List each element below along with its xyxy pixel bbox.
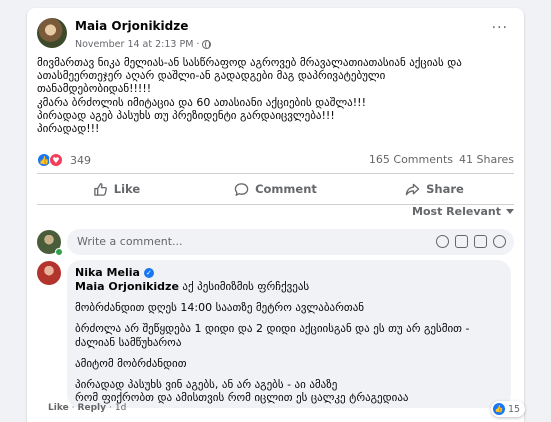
comment-bubble: Nika Melia ✓ Maia Orjonikidze აქ პესიმიზ…: [67, 260, 511, 408]
post-actions: Like Comment Share: [37, 174, 514, 204]
footer-dot: ·: [108, 403, 112, 413]
post-meta: November 14 at 2:13 PM ·: [75, 39, 212, 50]
like-button[interactable]: Like: [37, 174, 196, 204]
caret-down-icon: [506, 209, 514, 214]
commenter-avatar[interactable]: [37, 261, 61, 285]
sort-label: Most Relevant: [412, 205, 501, 218]
comment-like-link[interactable]: Like: [48, 403, 69, 413]
comment-reply-link[interactable]: Reply: [78, 403, 106, 413]
footer-dot: ·: [71, 403, 75, 413]
comment-button-label: Comment: [255, 182, 317, 196]
post-text-line: თანამდებობიდან!!!!!: [37, 82, 152, 96]
post-stats: 165 Comments 41 Shares: [369, 153, 514, 166]
author-avatar[interactable]: [37, 18, 67, 48]
comment-reactions[interactable]: 👍 15: [491, 401, 526, 417]
post-text-line: ათასმეერთეჯერ აღარ დაშლი-ან გადადგები მა…: [37, 69, 386, 83]
comment-time[interactable]: 1d: [115, 403, 126, 413]
more-options-icon[interactable]: ···: [492, 20, 508, 36]
comment-input-placeholder: Write a comment...: [77, 235, 183, 248]
comment-text-line: მობრძანდით დღეს 14:00 საათზე მეტრო ავლაბ…: [75, 301, 365, 314]
comment-input[interactable]: Write a comment...: [67, 229, 514, 255]
share-button[interactable]: Share: [355, 174, 514, 204]
post-author-name[interactable]: Maia Orjonikidze: [75, 19, 188, 33]
sticker-icon[interactable]: [493, 235, 506, 248]
post-card: Maia Orjonikidze November 14 at 2:13 PM …: [27, 8, 526, 422]
composer-tools: [436, 235, 506, 248]
post-text-line: კმარა ბრძოლის იმიტაცია და 60 ათასიანი აქ…: [37, 95, 366, 109]
comment-reaction-count: 15: [508, 403, 521, 415]
comment-text-line: ბრძოლა არ შეწყდება 1 დიდი და 2 დიდი აქცი…: [75, 322, 470, 335]
comment-text-line: ამიტომ მობრძანდით: [75, 357, 187, 370]
thumbs-up-icon: [94, 182, 107, 196]
post-text-line: პირადად აგებ პასუხს თუ პრეზიდენტი გარდაი…: [37, 108, 335, 122]
comment-icon: [234, 182, 249, 196]
reactions-summary[interactable]: 👍 ♥ 349: [37, 153, 91, 167]
camera-icon[interactable]: [455, 235, 468, 248]
globe-icon: [202, 40, 212, 49]
comments-count-link[interactable]: 165 Comments: [369, 153, 453, 166]
comment-button[interactable]: Comment: [196, 174, 355, 204]
emoji-icon[interactable]: [436, 235, 449, 248]
online-status-dot: [55, 248, 63, 256]
share-button-label: Share: [426, 182, 464, 196]
comment-text-line: ძალიან სამწუხაროა: [75, 336, 182, 349]
post-header: Maia Orjonikidze November 14 at 2:13 PM …: [37, 18, 514, 58]
comment-mention[interactable]: Maia Orjonikidze: [75, 280, 179, 293]
comment-author-name[interactable]: Nika Melia: [75, 266, 140, 279]
post-text: მივმართავ ნიკა მელიას-ან სასწრაფოდ აგროვ…: [37, 56, 507, 135]
post-text-line: მივმართავ ნიკა მელიას-ან სასწრაფოდ აგროვ…: [37, 56, 462, 69]
comment-first-line: აქ პესიმიზმის ფრჩქვეას: [182, 280, 310, 293]
verified-badge-icon: ✓: [143, 267, 154, 278]
comment-sort-dropdown[interactable]: Most Relevant: [412, 205, 514, 218]
like-button-label: Like: [113, 182, 141, 196]
shares-count-link[interactable]: 41 Shares: [459, 153, 514, 166]
comment-text-line: პირადად პასუხს ვინ აგებს, ან არ აგებს - …: [75, 378, 338, 391]
comment-text-line: Maia Orjonikidze აქ პესიმიზმის ფრჩქვეას: [75, 280, 309, 293]
love-reaction-icon: ♥: [49, 153, 63, 167]
meta-separator: ·: [196, 39, 200, 50]
gif-icon[interactable]: [474, 235, 487, 248]
like-reaction-icon: 👍: [493, 403, 505, 415]
reaction-count: 349: [70, 153, 91, 167]
share-arrow-icon: [405, 183, 420, 195]
post-date[interactable]: November 14 at 2:13 PM: [75, 39, 193, 50]
comment-footer: Like · Reply · 1d: [48, 403, 126, 413]
post-text-line: პირადად!!!: [37, 122, 100, 136]
comment-author: Nika Melia ✓: [75, 266, 154, 279]
